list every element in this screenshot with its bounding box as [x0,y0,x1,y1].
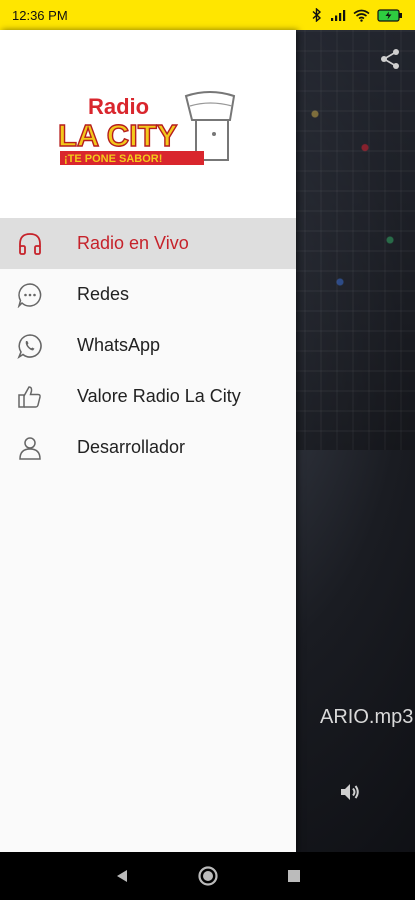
menu-label: WhatsApp [77,335,161,355]
menu-item-radio-en-vivo[interactable]: Radio en Vivo [0,218,296,269]
status-time: 12:36 PM [12,7,68,23]
volume-icon[interactable] [338,780,362,804]
headphones-icon [17,231,43,257]
home-icon[interactable] [197,865,219,887]
menu-item-valore[interactable]: Valore Radio La City [0,371,296,422]
menu-label: Valore Radio La City [77,386,241,406]
navigation-drawer: Radio LA CITY ¡TE PONE SABOR! Radio en V… [0,30,296,852]
status-bar: 12:36 PM [0,0,415,30]
signal-icon [331,9,346,21]
person-icon [17,435,43,461]
menu-item-desarrollador[interactable]: Desarrollador [0,422,296,473]
svg-text:¡TE PONE SABOR!: ¡TE PONE SABOR! [64,153,162,165]
bluetooth-icon [312,8,322,22]
svg-text:LA CITY: LA CITY [58,118,178,153]
drawer-header: Radio LA CITY ¡TE PONE SABOR! [0,30,296,218]
system-nav-bar [0,852,415,900]
menu-label: Radio en Vivo [77,233,189,253]
chat-bubble-icon [17,282,43,308]
track-name: ARIO.mp3 [320,706,414,728]
wifi-icon [353,9,370,22]
whatsapp-icon [17,333,43,359]
thumbs-up-icon [17,384,43,410]
share-icon[interactable] [379,48,401,70]
menu-label: Desarrollador [77,437,186,457]
recents-icon[interactable] [287,869,301,883]
mixer-console-image [290,30,415,450]
menu-item-redes[interactable]: Redes [0,269,296,320]
drawer-menu: Radio en Vivo Redes WhatsApp Valore Radi… [0,218,296,473]
status-icons [311,8,403,22]
menu-label: Redes [77,284,130,304]
radio-la-city-logo: Radio LA CITY ¡TE PONE SABOR! [58,91,236,165]
back-icon[interactable] [114,868,130,884]
menu-item-whatsapp[interactable]: WhatsApp [0,320,296,371]
battery-charging-icon [377,8,402,22]
svg-text:Radio: Radio [88,94,149,119]
